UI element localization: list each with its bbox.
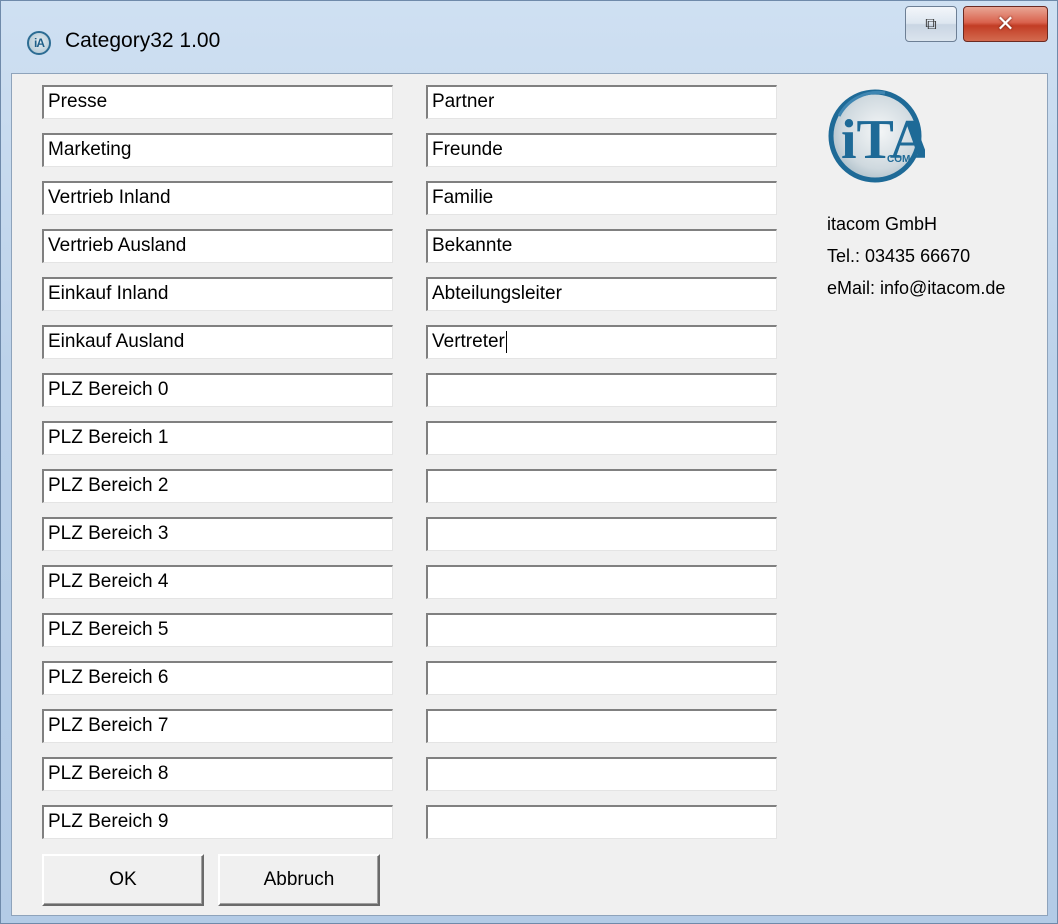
category-field-right-12[interactable] (426, 613, 777, 647)
category-field-left-1[interactable]: Presse (42, 85, 393, 119)
category-field-left-15[interactable]: PLZ Bereich 8 (42, 757, 393, 791)
logo-subtext: COM (887, 154, 910, 165)
category-field-left-9[interactable]: PLZ Bereich 2 (42, 469, 393, 503)
category-field-right-15[interactable] (426, 757, 777, 791)
category-field-right-9[interactable] (426, 469, 777, 503)
category-field-right-8[interactable] (426, 421, 777, 455)
window-title: Category32 1.00 (65, 29, 221, 52)
category-field-right-6[interactable]: Vertreter (426, 325, 777, 359)
category-field-left-4[interactable]: Vertrieb Ausland (42, 229, 393, 263)
itacom-logo: iTA COM (828, 89, 925, 183)
app-icon[interactable]: iA (27, 31, 51, 55)
category-field-left-12[interactable]: PLZ Bereich 5 (42, 613, 393, 647)
category-field-left-8[interactable]: PLZ Bereich 1 (42, 421, 393, 455)
dialog-client-area: Presse Marketing Vertrieb Inland Vertrie… (11, 73, 1048, 916)
restore-button[interactable]: ⧉ (905, 6, 957, 42)
category-field-left-13[interactable]: PLZ Bereich 6 (42, 661, 393, 695)
company-phone: Tel.: 03435 66670 (827, 246, 971, 266)
category-field-right-2[interactable]: Freunde (426, 133, 777, 167)
close-icon: ✕ (996, 11, 1015, 37)
company-email: eMail: info@itacom.de (827, 278, 1006, 298)
company-name: itacom GmbH (827, 214, 938, 234)
category-field-right-13[interactable] (426, 661, 777, 695)
category-field-right-10[interactable] (426, 517, 777, 551)
category-field-left-5[interactable]: Einkauf Inland (42, 277, 393, 311)
ok-button[interactable]: OK (42, 854, 204, 906)
category-field-left-3[interactable]: Vertrieb Inland (42, 181, 393, 215)
text-caret (505, 330, 507, 353)
title-bar[interactable]: iA Category32 1.00 ⧉ ✕ (1, 1, 1057, 73)
cancel-button[interactable]: Abbruch (218, 854, 380, 906)
category-field-right-7[interactable] (426, 373, 777, 407)
category-field-right-3[interactable]: Familie (426, 181, 777, 215)
category-field-left-16[interactable]: PLZ Bereich 9 (42, 805, 393, 839)
category-field-left-11[interactable]: PLZ Bereich 4 (42, 565, 393, 599)
restore-icon: ⧉ (925, 14, 937, 33)
category-field-left-7[interactable]: PLZ Bereich 0 (42, 373, 393, 407)
category-field-right-11[interactable] (426, 565, 777, 599)
close-button[interactable]: ✕ (963, 6, 1048, 42)
category-field-left-14[interactable]: PLZ Bereich 7 (42, 709, 393, 743)
category-field-right-16[interactable] (426, 805, 777, 839)
category-field-left-2[interactable]: Marketing (42, 133, 393, 167)
category-field-right-14[interactable] (426, 709, 777, 743)
category-field-left-6[interactable]: Einkauf Ausland (42, 325, 393, 359)
category-field-right-1[interactable]: Partner (426, 85, 777, 119)
logo-letters: iTA (841, 109, 925, 171)
category-field-right-5[interactable]: Abteilungsleiter (426, 277, 777, 311)
category-field-right-4[interactable]: Bekannte (426, 229, 777, 263)
field-value: Vertreter (432, 331, 505, 352)
dialog-window: iA Category32 1.00 ⧉ ✕ Presse Marketing … (0, 0, 1058, 924)
category-field-left-10[interactable]: PLZ Bereich 3 (42, 517, 393, 551)
